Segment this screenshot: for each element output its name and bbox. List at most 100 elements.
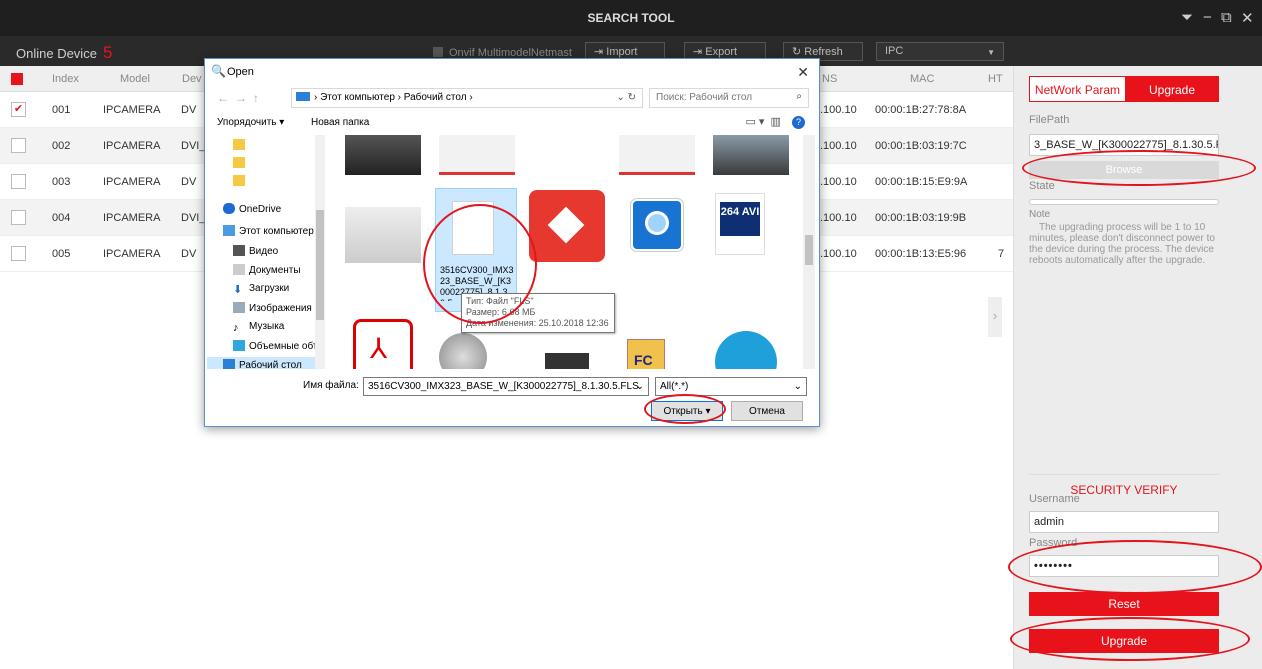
help-icon[interactable]: ?	[792, 116, 805, 129]
row-device: DV	[181, 176, 197, 188]
header-ip[interactable]: NS	[822, 73, 837, 85]
file-scrollbar[interactable]	[803, 135, 815, 369]
nav-item-documents[interactable]: Документы	[233, 264, 301, 276]
reset-button[interactable]: Reset	[1029, 592, 1219, 616]
nav-item-label: Изображения	[249, 303, 312, 314]
photo-thumbnail[interactable]	[713, 135, 789, 175]
document-icon	[233, 264, 245, 275]
header-device[interactable]: Dev	[182, 73, 202, 85]
video-thumbnail[interactable]	[345, 135, 421, 175]
filetype-value: All(*.*)	[660, 381, 689, 392]
menu-down-icon[interactable]: ⏷	[1181, 9, 1193, 26]
header-mac[interactable]: MAC	[910, 73, 934, 85]
chevron-down-icon[interactable]: ⌄	[636, 381, 644, 392]
row-checkbox[interactable]	[11, 246, 26, 261]
row-ip: .100.10	[820, 248, 857, 260]
filename-value: 3516CV300_IMX323_BASE_W_[K300022775]_8.1…	[368, 381, 639, 392]
browse-button[interactable]: Browse	[1029, 161, 1219, 179]
refresh-label: Refresh	[804, 46, 843, 58]
anydesk-icon[interactable]	[529, 190, 605, 262]
row-model: IPCAMERA	[103, 248, 161, 260]
row-checkbox[interactable]	[11, 138, 26, 153]
nav-scrollbar[interactable]	[315, 135, 325, 369]
nav-item-label: Музыка	[249, 321, 285, 332]
nav-item-label: Объемные объ	[249, 341, 320, 352]
open-file-dialog: 🔍 Open ✕ ←→↑ › Этот компьютер › Рабочий …	[204, 58, 820, 427]
tab-upgrade[interactable]: Upgrade	[1125, 77, 1219, 101]
nav-item-onedrive[interactable]: OneDrive	[223, 203, 281, 215]
upgrade-progress-bar	[1029, 199, 1219, 205]
header-http[interactable]: HT	[988, 73, 1003, 85]
nav-item-label: OneDrive	[239, 204, 282, 215]
search-icon: ⌕	[796, 91, 802, 102]
file-grid: 3516CV300_IMX323_BASE_W_[K300022775]_8.1…	[331, 135, 801, 369]
webcam-icon[interactable]	[439, 333, 487, 369]
row-checkbox[interactable]	[11, 210, 26, 225]
view-options-icon[interactable]: ▭ ▾ ▥ ?	[745, 115, 805, 129]
row-mac: 00:00:1B:15:E9:9A	[875, 176, 968, 188]
select-all-checkbox[interactable]	[11, 73, 23, 85]
panel-tabs: NetWork Param Upgrade	[1029, 76, 1219, 102]
pdf-icon[interactable]: ⅄	[353, 319, 413, 369]
organize-button[interactable]: Упорядочить ▾	[217, 117, 284, 128]
header-index[interactable]: Index	[52, 73, 79, 85]
username-input[interactable]: admin	[1029, 511, 1219, 533]
file-scrollbar-thumb[interactable]	[805, 235, 813, 265]
restore-icon[interactable]: ⧉	[1221, 9, 1232, 26]
filename-input[interactable]: 3516CV300_IMX323_BASE_W_[K300022775]_8.1…	[363, 377, 649, 396]
upgrade-button[interactable]: Upgrade	[1029, 629, 1219, 653]
row-device: DV	[181, 104, 197, 116]
camera-photo-thumbnail[interactable]	[345, 207, 421, 263]
header-model[interactable]: Model	[120, 73, 150, 85]
filepath-label: FilePath	[1029, 114, 1070, 126]
nav-item-downloads[interactable]: ⬇ Загрузки	[233, 283, 289, 296]
nav-item-3d-objects[interactable]: Объемные объ	[233, 340, 319, 352]
state-label: State	[1029, 180, 1055, 192]
chevron-down-icon: ▼	[987, 48, 995, 57]
screenshot-thumbnail[interactable]	[439, 135, 515, 175]
panel-expander-chevron-icon[interactable]: ›	[988, 297, 1002, 337]
password-label: Password	[1029, 537, 1078, 549]
dialog-close-icon[interactable]: ✕	[797, 64, 809, 81]
row-http-port: 7	[998, 248, 1005, 260]
cloud-app-icon[interactable]	[715, 331, 777, 369]
dialog-command-bar: Упорядочить ▾ Новая папка ▭ ▾ ▥ ?	[205, 111, 819, 135]
online-device-label: Online Device 5	[16, 43, 112, 63]
row-model: IPCAMERA	[103, 104, 161, 116]
address-bar[interactable]: › Этот компьютер › Рабочий стол › ⌄ ↻	[291, 88, 643, 108]
back-forward-up-icon[interactable]: ←→↑	[217, 91, 265, 105]
dialog-nav-bar: ←→↑ › Этот компьютер › Рабочий стол › ⌄ …	[205, 85, 819, 111]
open-button[interactable]: Открыть ▾	[651, 401, 723, 421]
nav-item-pictures[interactable]: Изображения	[233, 302, 312, 314]
download-icon: ⬇	[233, 284, 243, 296]
cancel-button[interactable]: Отмена	[731, 401, 803, 421]
screenshot-thumbnail[interactable]	[619, 135, 695, 175]
dialog-search-input[interactable]: Поиск: Рабочий стол ⌕	[649, 88, 809, 108]
refresh-icon[interactable]: ⌄ ↻	[616, 92, 636, 103]
password-input[interactable]: ••••••••	[1029, 555, 1219, 577]
nav-item-this-pc[interactable]: Этот компьютер	[223, 225, 314, 237]
filetype-select[interactable]: All(*.*) ⌄	[655, 377, 807, 396]
row-checkbox[interactable]: ✔	[11, 102, 26, 117]
folder-icon	[233, 157, 245, 168]
tooltip-type: Тип: Файл "FLS"	[466, 296, 534, 306]
tab-network-param[interactable]: NetWork Param	[1030, 77, 1125, 101]
magnifier-icon	[645, 211, 669, 235]
nav-item-music[interactable]: ♪ Музыка	[233, 321, 285, 334]
new-folder-button[interactable]: Новая папка	[311, 117, 369, 128]
filepath-input[interactable]: 3_BASE_W_[K300022775]_8.1.30.5.FLS	[1029, 134, 1219, 156]
formatfactory-icon[interactable]: FC	[627, 339, 665, 369]
music-icon: ♪	[233, 322, 239, 334]
device-type-select[interactable]: IPC ▼	[876, 42, 1004, 61]
close-icon[interactable]: ✕	[1241, 9, 1254, 27]
nav-item-label: Документы	[249, 265, 301, 276]
nav-scrollbar-thumb[interactable]	[316, 210, 324, 320]
search-tool-icon[interactable]	[631, 199, 683, 251]
avi-file-icon[interactable]: 264 AVI	[715, 193, 765, 255]
username-label: Username	[1029, 493, 1080, 505]
movie-maker-icon[interactable]	[545, 353, 589, 369]
minimize-icon[interactable]: −	[1203, 9, 1212, 26]
row-checkbox[interactable]	[11, 174, 26, 189]
nav-item-desktop[interactable]: Рабочий стол	[223, 359, 302, 369]
nav-item-video[interactable]: Видео	[233, 245, 278, 257]
